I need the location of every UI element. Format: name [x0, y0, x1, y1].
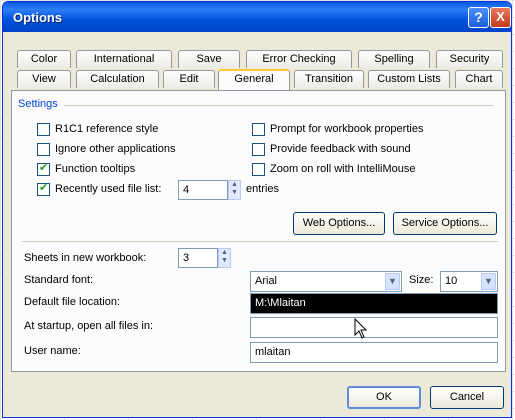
general-panel: Settings R1C1 reference style Ignore oth…	[11, 90, 506, 372]
startup-folder-field[interactable]	[250, 317, 498, 338]
prompt-properties-checkbox[interactable]	[252, 123, 265, 136]
ignore-apps-checkbox[interactable]	[37, 143, 50, 156]
settings-divider	[64, 105, 494, 106]
tab-view[interactable]: View	[17, 70, 71, 88]
size-label: Size:	[409, 274, 434, 286]
tab-transition[interactable]: Transition	[294, 70, 364, 88]
default-location-label: Default file location:	[24, 296, 120, 308]
tab-international[interactable]: International	[76, 50, 172, 68]
recent-files-checkbox[interactable]	[37, 181, 50, 196]
cancel-button[interactable]: Cancel	[430, 386, 504, 409]
window-title: Options	[13, 10, 63, 25]
help-icon: ?	[474, 9, 483, 25]
close-icon: X	[496, 9, 505, 24]
r1c1-checkbox[interactable]	[37, 123, 50, 136]
options-dialog: Options ? X Color International Save Err…	[2, 1, 512, 418]
section-divider	[22, 241, 498, 242]
user-name-label: User name:	[24, 345, 81, 357]
spinner-icon: ▲ ▼	[221, 249, 228, 264]
tab-custom-lists[interactable]: Custom Lists	[368, 70, 450, 88]
title-bar[interactable]: Options ? X	[3, 2, 511, 32]
ok-button[interactable]: OK	[347, 386, 421, 409]
ignore-apps-label: Ignore other applications	[55, 143, 176, 155]
standard-font-select[interactable]: Arial	[250, 271, 402, 292]
tab-save[interactable]: Save	[178, 50, 240, 68]
tab-security[interactable]: Security	[436, 50, 503, 68]
help-button[interactable]: ?	[468, 7, 489, 28]
r1c1-label: R1C1 reference style	[55, 123, 159, 135]
function-tooltips-checkbox[interactable]	[37, 161, 50, 176]
entries-label: entries	[246, 183, 280, 195]
recent-files-spinner[interactable]: ▲ ▼	[228, 180, 241, 200]
tab-color[interactable]: Color	[17, 50, 71, 68]
function-tooltips-label: Function tooltips	[55, 163, 136, 175]
recent-files-label: Recently used file list:	[55, 183, 162, 195]
tab-edit[interactable]: Edit	[163, 70, 215, 88]
tab-calculation[interactable]: Calculation	[76, 70, 159, 88]
mouse-cursor-icon	[354, 317, 368, 343]
tab-general[interactable]: General	[218, 69, 290, 90]
web-options-button[interactable]: Web Options...	[293, 212, 385, 235]
zoom-intellimouse-checkbox[interactable]	[252, 163, 265, 176]
prompt-properties-label: Prompt for workbook properties	[270, 123, 424, 135]
tab-error-checking[interactable]: Error Checking	[246, 50, 352, 68]
startup-folder-label: At startup, open all files in:	[24, 320, 154, 332]
chevron-down-icon[interactable]: ▼	[481, 273, 496, 290]
chevron-down-icon[interactable]: ▼	[385, 273, 400, 290]
feedback-sound-label: Provide feedback with sound	[270, 143, 411, 155]
service-options-button[interactable]: Service Options...	[393, 212, 497, 235]
tab-spelling[interactable]: Spelling	[358, 50, 430, 68]
spinner-icon: ▲ ▼	[231, 181, 238, 196]
user-name-field[interactable]: mlaitan	[250, 342, 498, 363]
recent-files-count-input[interactable]: 4	[178, 180, 228, 200]
sheets-label: Sheets in new workbook:	[24, 252, 147, 264]
tab-chart[interactable]: Chart	[455, 70, 503, 88]
sheets-spinner[interactable]: ▲ ▼	[218, 248, 231, 268]
settings-group-label: Settings	[18, 98, 58, 110]
sheets-count-input[interactable]: 3	[178, 248, 218, 268]
feedback-sound-checkbox[interactable]	[252, 143, 265, 156]
close-button[interactable]: X	[490, 7, 511, 28]
default-location-field[interactable]: M:\Mlaitan	[250, 293, 498, 314]
standard-font-label: Standard font:	[24, 274, 94, 286]
zoom-intellimouse-label: Zoom on roll with IntelliMouse	[270, 163, 416, 175]
